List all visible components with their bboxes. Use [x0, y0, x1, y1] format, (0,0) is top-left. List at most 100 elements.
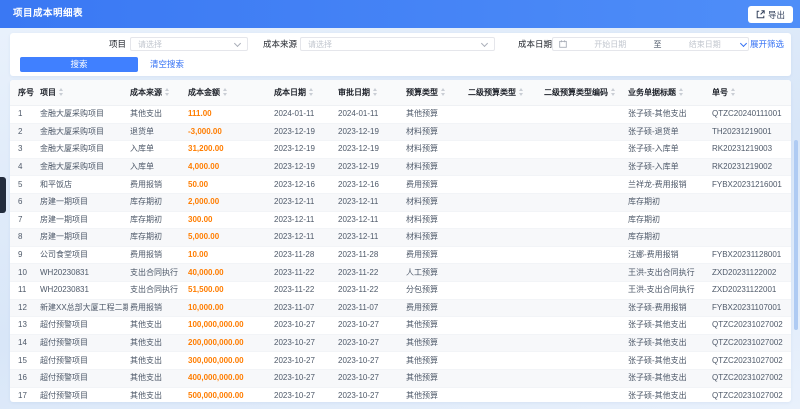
export-button[interactable]: 导出: [747, 6, 793, 23]
table-row: 13 超付预警项目 其他支出 100,000,000.00 2023-10-27 2023…: [10, 316, 791, 335]
clear-search-link[interactable]: 清空搜索: [150, 57, 184, 72]
table-cell: 2023-11-22: [272, 281, 336, 300]
table-cell: 新建XX总部大厦工程二期: [38, 299, 128, 318]
table-cell: 金融大厦采购项目: [38, 123, 128, 142]
table-row: 2 金融大厦采购项目 退货单 -3,000.00 2023-12-19 2023-12-1…: [10, 123, 791, 142]
table-cell: 超付预警项目: [38, 316, 128, 335]
table-cell: 2023-10-27: [336, 387, 404, 402]
column-header[interactable]: 项目: [38, 80, 128, 106]
sort-icon[interactable]: [309, 88, 315, 96]
table-cell: 11: [10, 281, 38, 300]
table-cell: 材料预算: [404, 193, 466, 212]
column-header[interactable]: 二级预算类型编码: [542, 80, 626, 106]
table-cell: 费用报销: [128, 175, 186, 194]
expand-filter-link[interactable]: 展开筛选: [739, 37, 784, 51]
table-cell: 2023-10-27: [336, 369, 404, 388]
table-cell: 16: [10, 369, 38, 388]
table-cell: 2023-11-28: [336, 246, 404, 265]
sort-icon[interactable]: [223, 88, 229, 96]
table-cell: 库存期初: [128, 211, 186, 230]
table-cell: [710, 211, 791, 230]
sort-icon[interactable]: [519, 88, 525, 96]
table-cell: 1: [10, 105, 38, 124]
table-cell: 其他预算: [404, 105, 466, 124]
chevron-down-icon: [480, 39, 489, 47]
cost-date-range[interactable]: 至: [552, 37, 749, 51]
table-cell: TH20231219001: [710, 123, 791, 142]
table-cell: [466, 334, 542, 353]
table-cell: 王洪-支出合同执行: [626, 281, 710, 300]
column-header[interactable]: 成本金额: [186, 80, 272, 106]
table-cell: 材料预算: [404, 123, 466, 142]
sort-icon[interactable]: [679, 88, 685, 96]
sort-icon[interactable]: [165, 88, 171, 96]
table-cell: [542, 299, 626, 318]
column-header[interactable]: 审批日期: [336, 80, 404, 106]
table-cell: QTZC20231027002: [710, 369, 791, 388]
table-cell: 8: [10, 228, 38, 247]
table-cell: 兰祥龙-费用报销: [626, 175, 710, 194]
table-cell: 50.00: [186, 175, 272, 194]
table-row: 1 金融大厦采购项目 其他支出 111.00 2024-01-11 2024-01-11 其…: [10, 105, 791, 124]
table-cell: FYBX20231216001: [710, 175, 791, 194]
cost-source-select-input[interactable]: [301, 39, 482, 49]
drawer-handle[interactable]: [0, 177, 6, 213]
column-header[interactable]: 业务单据标题: [626, 80, 710, 106]
column-header[interactable]: 单号: [710, 80, 791, 106]
table-cell: [466, 105, 542, 124]
column-header[interactable]: 二级预算类型: [466, 80, 542, 106]
table-cell: 4: [10, 158, 38, 177]
table-cell: 张子硕-入库单: [626, 140, 710, 159]
table-cell: 费用报销: [128, 246, 186, 265]
table-cell: [466, 387, 542, 402]
table-cell: 金融大厦采购项目: [38, 105, 128, 124]
table-cell: 17: [10, 387, 38, 402]
sort-icon[interactable]: [611, 88, 617, 96]
table-cell: 分包预算: [404, 281, 466, 300]
table-cell: 材料预算: [404, 211, 466, 230]
table-cell: 5,000.00: [186, 228, 272, 247]
start-date-input[interactable]: [567, 39, 654, 49]
table-cell: 2023-11-22: [272, 263, 336, 282]
table-cell: 张子硕-入库单: [626, 158, 710, 177]
table-cell: RK20231219003: [710, 140, 791, 159]
table-cell: 公司食堂项目: [38, 246, 128, 265]
table-row: 11 WH20230831 支出合同执行 51,500.00 2023-11-22 202…: [10, 281, 791, 300]
table-row: 7 房建一期项目 库存期初 300.00 2023-12-11 2023-12-11 材料预…: [10, 211, 791, 230]
cost-source-select[interactable]: [300, 37, 495, 51]
chevron-down-icon: [233, 39, 242, 47]
table-cell: [542, 246, 626, 265]
project-select[interactable]: [130, 37, 248, 51]
column-header[interactable]: 成本日期: [272, 80, 336, 106]
table-cell: 2023-12-19: [336, 140, 404, 159]
table-cell: 2023-10-27: [336, 334, 404, 353]
column-header[interactable]: 预算类型: [404, 80, 466, 106]
column-header[interactable]: 成本来源: [128, 80, 186, 106]
sort-icon[interactable]: [59, 88, 65, 96]
table-cell: WH20230831: [38, 281, 128, 300]
table-cell: 500,000,000.00: [186, 387, 272, 402]
table-row: 4 金融大厦采购项目 入库单 4,000.00 2023-12-19 2023-12-19…: [10, 158, 791, 177]
table-cell: [710, 193, 791, 212]
table-cell: 51,500.00: [186, 281, 272, 300]
table-cell: 2023-11-28: [272, 246, 336, 265]
sort-icon[interactable]: [731, 88, 737, 96]
table-cell: 2023-12-11: [272, 193, 336, 212]
scrollbar[interactable]: [794, 140, 798, 330]
calendar-icon: [559, 40, 567, 48]
table-cell: 9: [10, 246, 38, 265]
table-cell: 2023-10-27: [336, 316, 404, 335]
table-cell: 费用预算: [404, 299, 466, 318]
table-cell: 金融大厦采购项目: [38, 158, 128, 177]
sort-icon[interactable]: [373, 88, 379, 96]
sort-icon[interactable]: [441, 88, 447, 96]
table-cell: 2023-12-19: [272, 123, 336, 142]
project-select-input[interactable]: [131, 39, 235, 49]
table-cell: 超付预警项目: [38, 387, 128, 402]
table-cell: 费用预算: [404, 175, 466, 194]
table-cell: [542, 281, 626, 300]
end-date-input[interactable]: [661, 39, 748, 49]
table-cell: 10,000.00: [186, 299, 272, 318]
table-cell: 2023-10-27: [272, 351, 336, 370]
search-button[interactable]: 搜索: [20, 57, 138, 72]
